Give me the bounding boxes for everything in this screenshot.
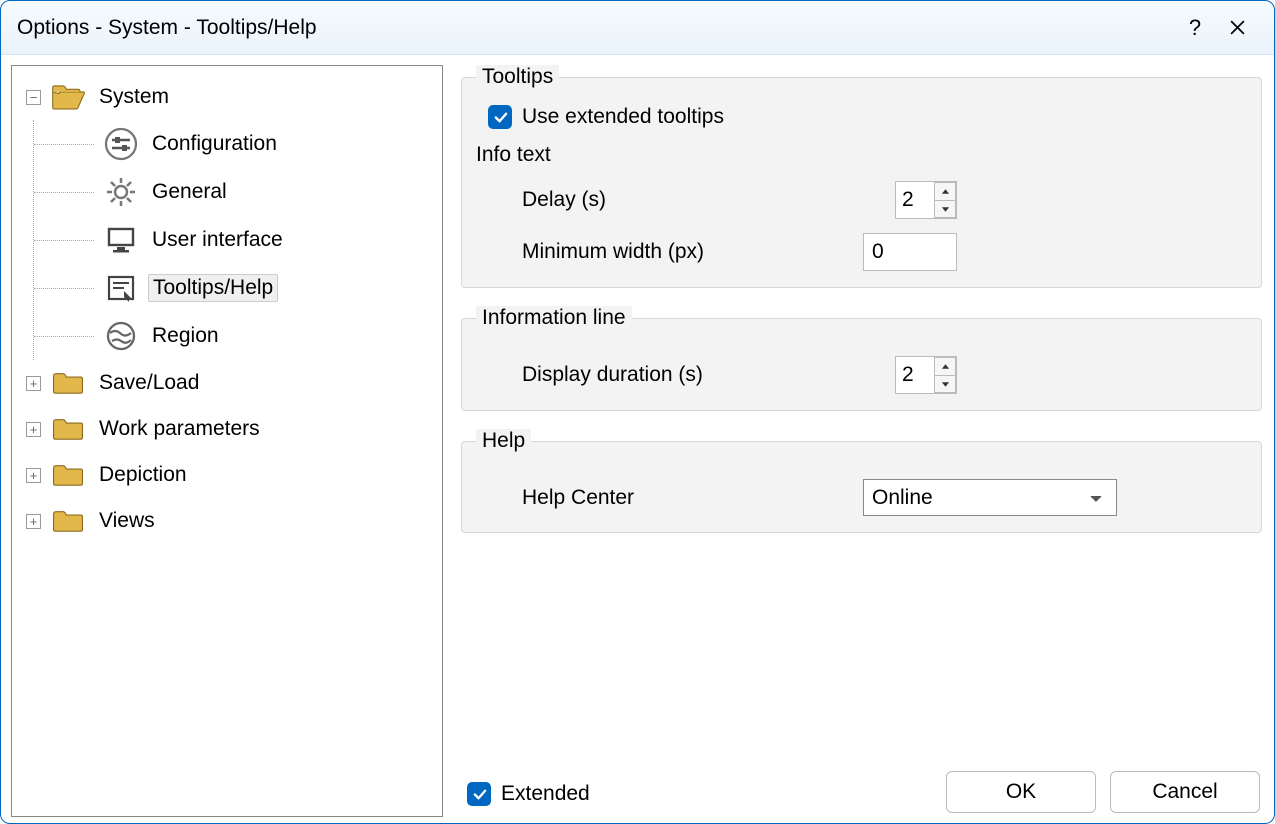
tree-label-views[interactable]: Views xyxy=(95,508,159,534)
tree-node-work-parameters[interactable]: + Work parameters xyxy=(26,406,438,452)
folder-icon xyxy=(51,415,85,443)
help-button[interactable]: ? xyxy=(1174,10,1216,46)
chevron-down-icon xyxy=(941,206,950,213)
close-icon xyxy=(1229,19,1246,36)
dialog-title: Options - System - Tooltips/Help xyxy=(17,16,1174,40)
min-width-label: Minimum width (px) xyxy=(522,240,792,264)
min-width-input[interactable] xyxy=(863,233,957,271)
tree-label-save-load[interactable]: Save/Load xyxy=(95,370,203,396)
spin-up-button[interactable] xyxy=(934,182,956,200)
expander-minus-icon[interactable]: − xyxy=(26,90,41,105)
delay-label: Delay (s) xyxy=(522,188,792,212)
folder-icon xyxy=(51,461,85,489)
chevron-up-icon xyxy=(941,363,950,370)
sliders-icon xyxy=(104,127,138,161)
expander-plus-icon[interactable]: + xyxy=(26,468,41,483)
info-text-label: Info text xyxy=(476,143,961,167)
tree-node-tooltips-help[interactable]: Tooltips/Help xyxy=(34,264,438,312)
check-icon xyxy=(472,787,487,802)
dialog-footer: Extended OK Cancel xyxy=(461,771,1262,817)
folder-icon xyxy=(51,507,85,535)
tree-node-depiction[interactable]: + Depiction xyxy=(26,452,438,498)
help-center-label: Help Center xyxy=(522,486,792,510)
use-extended-tooltips-checkbox[interactable] xyxy=(488,105,512,129)
tree-node-views[interactable]: + Views xyxy=(26,498,438,544)
expander-plus-icon[interactable]: + xyxy=(26,514,41,529)
tree-node-region[interactable]: Region xyxy=(34,312,438,360)
help-center-select[interactable]: Online xyxy=(863,479,1117,516)
spin-down-button[interactable] xyxy=(934,375,956,393)
tooltip-icon xyxy=(104,271,138,305)
tooltips-group: Tooltips Use extended tooltips Info text… xyxy=(461,65,1262,288)
chevron-down-icon xyxy=(941,381,950,388)
tooltips-legend: Tooltips xyxy=(476,65,559,89)
options-dialog: Options - System - Tooltips/Help ? − Sys… xyxy=(0,0,1275,824)
information-line-group: Information line Display duration (s) xyxy=(461,306,1262,411)
display-duration-input[interactable] xyxy=(896,357,934,393)
information-line-legend: Information line xyxy=(476,306,632,330)
help-group: Help Help Center Online xyxy=(461,429,1262,533)
delay-spinner[interactable] xyxy=(895,181,957,219)
spin-up-button[interactable] xyxy=(934,357,956,375)
tree-node-general[interactable]: General xyxy=(34,168,438,216)
tree-label-configuration[interactable]: Configuration xyxy=(148,131,281,157)
help-legend: Help xyxy=(476,429,531,453)
gear-icon xyxy=(104,175,138,209)
extended-checkbox[interactable] xyxy=(467,782,491,806)
close-button[interactable] xyxy=(1216,10,1258,46)
spin-down-button[interactable] xyxy=(934,200,956,218)
expander-plus-icon[interactable]: + xyxy=(26,376,41,391)
ok-button[interactable]: OK xyxy=(946,771,1096,813)
tree-label-system[interactable]: System xyxy=(95,84,173,110)
tree-node-configuration[interactable]: Configuration xyxy=(34,120,438,168)
titlebar: Options - System - Tooltips/Help ? xyxy=(1,1,1274,55)
tree-label-work-parameters[interactable]: Work parameters xyxy=(95,416,264,442)
tree-label-user-interface[interactable]: User interface xyxy=(148,227,287,253)
tree-node-user-interface[interactable]: User interface xyxy=(34,216,438,264)
delay-input[interactable] xyxy=(896,182,934,218)
tree-label-general[interactable]: General xyxy=(148,179,231,205)
tree-label-region[interactable]: Region xyxy=(148,323,223,349)
tree-label-tooltips-help[interactable]: Tooltips/Help xyxy=(148,274,278,302)
extended-label: Extended xyxy=(501,782,590,806)
folder-icon xyxy=(51,369,85,397)
tree-node-save-load[interactable]: + Save/Load xyxy=(26,360,438,406)
tree-node-system[interactable]: − System Configuration xyxy=(26,74,438,360)
use-extended-tooltips-label: Use extended tooltips xyxy=(522,105,724,129)
chevron-up-icon xyxy=(941,188,950,195)
display-duration-label: Display duration (s) xyxy=(522,363,792,387)
use-extended-tooltips-row: Use extended tooltips xyxy=(488,105,1247,129)
monitor-icon xyxy=(104,223,138,257)
check-icon xyxy=(493,110,508,125)
nav-tree[interactable]: − System Configuration xyxy=(11,65,443,817)
tree-label-depiction[interactable]: Depiction xyxy=(95,462,191,488)
display-duration-spinner[interactable] xyxy=(895,356,957,394)
cancel-button[interactable]: Cancel xyxy=(1110,771,1260,813)
folder-open-icon xyxy=(51,83,85,111)
expander-plus-icon[interactable]: + xyxy=(26,422,41,437)
globe-icon xyxy=(104,319,138,353)
